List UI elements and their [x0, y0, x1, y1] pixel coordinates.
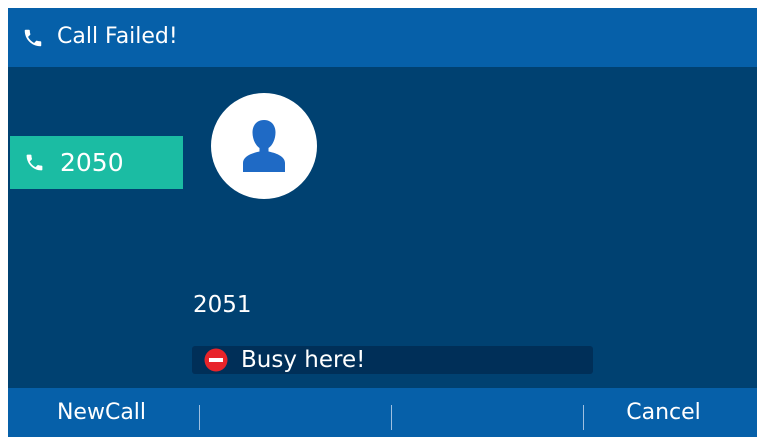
avatar — [211, 93, 317, 199]
phone-icon — [24, 29, 42, 47]
title-bar: Call Failed! — [8, 8, 757, 67]
softkey-bar: NewCall Cancel — [8, 388, 757, 437]
phone-screen: Call Failed! 2050 2051 Busy here! NewCal… — [8, 8, 757, 437]
no-entry-icon — [204, 348, 228, 372]
remote-number: 2051 — [193, 292, 252, 318]
softkey-2-button[interactable] — [200, 388, 387, 437]
page-title: Call Failed! — [57, 24, 178, 49]
cancel-button[interactable]: Cancel — [570, 388, 757, 437]
call-status: Busy here! — [192, 346, 593, 374]
status-text: Busy here! — [241, 347, 366, 373]
softkey-3-button[interactable] — [392, 388, 579, 437]
newcall-button[interactable]: NewCall — [8, 388, 195, 437]
phone-icon — [26, 154, 43, 171]
line-key-2050[interactable]: 2050 — [10, 136, 183, 189]
line-key-label: 2050 — [60, 148, 124, 177]
contact-person-icon — [243, 120, 285, 172]
